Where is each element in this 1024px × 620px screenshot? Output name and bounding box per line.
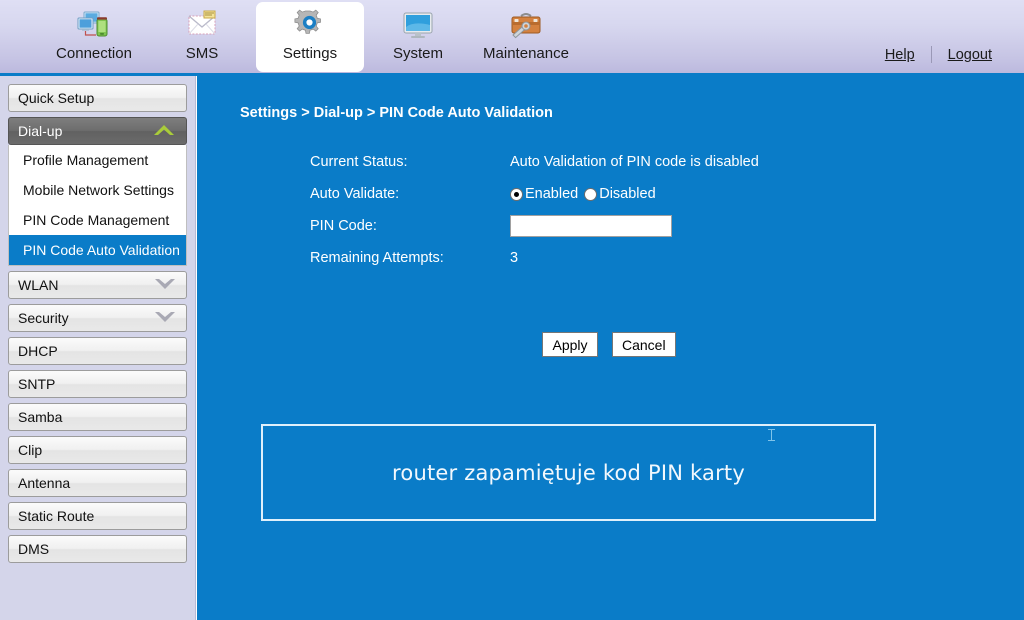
chevron-down-icon — [153, 310, 177, 327]
sidebar-item-sntp[interactable]: SNTP — [8, 370, 187, 398]
tab-connection[interactable]: Connection — [40, 2, 148, 74]
pin-code-label: PIN Code: — [310, 218, 377, 234]
row-auto-validate: Auto Validate: Enabled Disabled — [310, 178, 930, 210]
sidebar-item-antenna[interactable]: Antenna — [8, 469, 187, 497]
sidebar-item-label: DHCP — [18, 343, 58, 359]
sidebar-item-mobile-network-settings[interactable]: Mobile Network Settings — [9, 175, 186, 205]
sidebar-item-label: Clip — [18, 442, 43, 458]
auto-validate-radio-group: Enabled Disabled — [510, 186, 662, 202]
network-computers-icon — [77, 8, 111, 42]
sidebar-item-label: DMS — [18, 541, 50, 557]
cancel-button[interactable]: Cancel — [612, 332, 676, 357]
radio-enabled-label: Enabled — [525, 186, 579, 202]
current-status-value: Auto Validation of PIN code is disabled — [510, 154, 759, 170]
annotation-text: router zapamiętuje kod PIN karty — [392, 460, 745, 485]
sidebar-item-dhcp[interactable]: DHCP — [8, 337, 187, 365]
monitor-icon — [401, 8, 435, 42]
sidebar-item-label: PIN Code Management — [23, 212, 170, 228]
router-admin-page: Connection SMS Settings System Maintenan… — [0, 0, 1024, 620]
header-links: Help Logout — [869, 46, 1008, 63]
radio-enabled[interactable]: Enabled — [510, 186, 578, 202]
tab-label: SMS — [185, 45, 219, 62]
tab-sms[interactable]: SMS — [148, 2, 256, 74]
sidebar-item-label: Quick Setup — [18, 90, 95, 106]
envelope-icon — [185, 8, 219, 42]
sidebar-item-label: Samba — [18, 409, 63, 425]
sidebar-item-security[interactable]: Security — [8, 304, 187, 332]
sidebar-item-label: Static Route — [18, 508, 95, 524]
current-status-label: Current Status: — [310, 154, 408, 170]
sidebar-item-profile-management[interactable]: Profile Management — [9, 145, 186, 175]
radio-disabled-label: Disabled — [599, 186, 656, 202]
sidebar-item-dms[interactable]: DMS — [8, 535, 187, 563]
tab-label: Settings — [282, 45, 338, 62]
row-current-status: Current Status: Auto Validation of PIN c… — [310, 146, 930, 178]
apply-button[interactable]: Apply — [542, 332, 598, 357]
remaining-attempts-label: Remaining Attempts: — [310, 250, 444, 266]
toolbox-wrench-icon — [509, 8, 543, 42]
tab-system[interactable]: System — [364, 2, 472, 74]
tab-settings[interactable]: Settings — [256, 2, 364, 72]
remaining-attempts-value: 3 — [510, 250, 519, 266]
sidebar-submenu-dial-up: Profile Management Mobile Network Settin… — [8, 145, 187, 266]
tab-maintenance[interactable]: Maintenance — [472, 2, 580, 74]
sidebar-item-label: Profile Management — [23, 152, 149, 168]
sidebar-group-dial-up[interactable]: Dial-up — [8, 117, 187, 145]
form-actions: Apply Cancel — [542, 332, 676, 357]
sidebar-item-label: Mobile Network Settings — [23, 182, 174, 198]
pin-code-input[interactable] — [510, 215, 672, 237]
sidebar-item-clip[interactable]: Clip — [8, 436, 187, 464]
sidebar-item-label: Security — [18, 310, 69, 326]
sidebar-nav: Quick Setup Dial-up Profile Management M… — [0, 76, 196, 620]
help-link[interactable]: Help — [869, 47, 931, 63]
sidebar-item-quick-setup[interactable]: Quick Setup — [8, 84, 187, 112]
chevron-down-icon — [153, 277, 177, 294]
radio-enabled-dot — [510, 187, 523, 201]
auto-validate-label: Auto Validate: — [310, 186, 400, 202]
row-remaining-attempts: Remaining Attempts: 3 — [310, 242, 930, 274]
pin-auto-validation-form: Current Status: Auto Validation of PIN c… — [310, 146, 930, 274]
sidebar-item-pin-code-auto-validation[interactable]: PIN Code Auto Validation — [9, 235, 186, 265]
tab-label: Connection — [56, 45, 132, 62]
sidebar-item-label: PIN Code Auto Validation — [23, 242, 180, 258]
row-pin-code: PIN Code: — [310, 210, 930, 242]
sidebar-item-wlan[interactable]: WLAN — [8, 271, 187, 299]
tab-label: System — [392, 45, 443, 62]
pin-code-input-cell — [510, 215, 672, 237]
sidebar-group-label: Dial-up — [18, 123, 63, 139]
annotation-box: router zapamiętuje kod PIN karty — [261, 424, 876, 521]
gear-icon — [293, 8, 327, 42]
sidebar-item-label: SNTP — [18, 376, 56, 392]
top-header: Connection SMS Settings System Maintenan… — [0, 0, 1024, 76]
sidebar-item-static-route[interactable]: Static Route — [8, 502, 187, 530]
logout-link[interactable]: Logout — [932, 47, 1008, 63]
sidebar-item-pin-code-management[interactable]: PIN Code Management — [9, 205, 186, 235]
radio-disabled-dot — [584, 187, 598, 201]
tab-label: Maintenance — [483, 45, 569, 62]
chevron-up-icon — [151, 122, 177, 140]
main-content: Settings > Dial-up > PIN Code Auto Valid… — [197, 76, 1024, 620]
radio-disabled[interactable]: Disabled — [584, 186, 656, 202]
sidebar-item-samba[interactable]: Samba — [8, 403, 187, 431]
sidebar-item-label: Antenna — [18, 475, 71, 491]
breadcrumb: Settings > Dial-up > PIN Code Auto Valid… — [240, 105, 553, 121]
main-tab-bar: Connection SMS Settings System Maintenan… — [0, 0, 580, 76]
sidebar-item-label: WLAN — [18, 277, 59, 293]
